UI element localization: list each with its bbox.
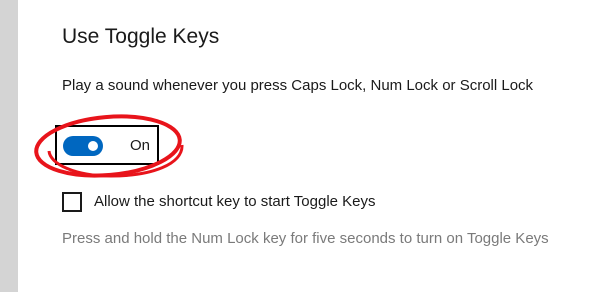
shortcut-key-checkbox-label[interactable]: Allow the shortcut key to start Toggle K… [94,193,376,211]
toggle-keys-settings-panel: Use Toggle Keys Play a sound whenever yo… [0,0,603,292]
toggle-switch-knob [88,141,98,151]
toggle-keys-switch[interactable]: On [55,125,159,165]
toggle-state-label: On [130,137,151,154]
shortcut-help-text: Press and hold the Num Lock key for five… [62,230,549,247]
shortcut-key-checkbox[interactable] [62,192,82,212]
toggle-keys-description: Play a sound whenever you press Caps Loc… [62,77,534,94]
section-title: Use Toggle Keys [62,25,220,48]
toggle-switch-track[interactable] [63,136,103,156]
left-rail [0,0,18,292]
